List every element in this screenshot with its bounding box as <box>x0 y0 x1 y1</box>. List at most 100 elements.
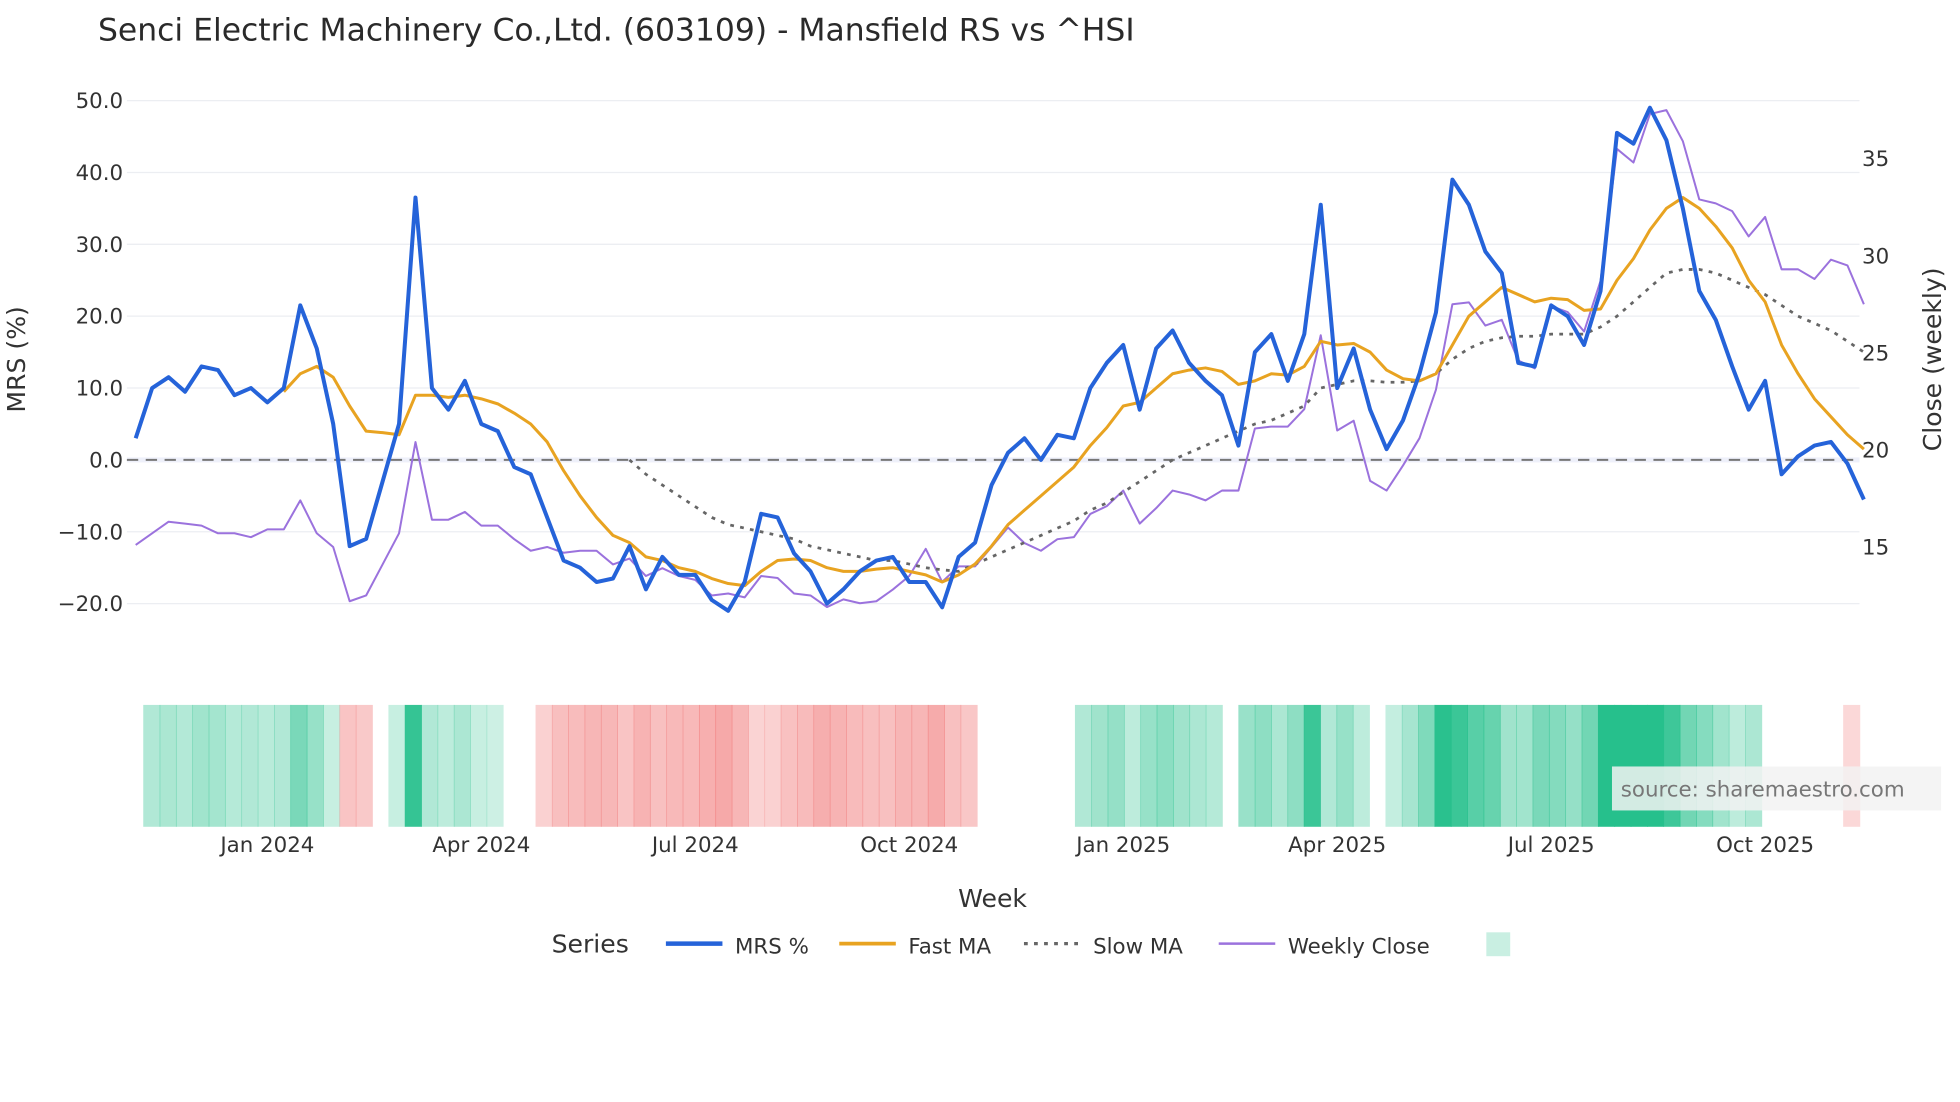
y-tick-left: 20.0 <box>76 305 124 330</box>
heatmap-cell <box>241 704 259 827</box>
y-tick-left: 30.0 <box>76 233 124 258</box>
y-tick-left: 10.0 <box>76 377 124 402</box>
heatmap-cell <box>731 704 749 827</box>
heatmap-cell <box>519 705 536 827</box>
heatmap-cell <box>829 704 847 827</box>
heatmap-cell <box>1581 704 1599 827</box>
series-lines <box>133 105 1866 613</box>
heatmap-cell <box>1450 704 1468 827</box>
heatmap-cell <box>1123 704 1142 827</box>
heatmap-cell <box>1238 704 1256 827</box>
heatmap-cell <box>698 704 717 827</box>
heatmap-cell <box>1074 704 1093 827</box>
heatmap-cell <box>1336 704 1354 827</box>
heatmap-cell <box>273 704 292 827</box>
heatmap-cell <box>175 704 194 827</box>
heatmap-cell <box>715 704 733 827</box>
heatmap-cell <box>306 704 324 827</box>
heatmap-cell <box>1303 704 1321 827</box>
heatmap-cell <box>1254 704 1272 827</box>
heatmap-cell <box>780 704 798 827</box>
x-axis-title: Week <box>958 884 1027 913</box>
x-tick-label: Jul 2024 <box>650 833 739 858</box>
heatmap-cell <box>127 705 144 827</box>
y-tick-left: 40.0 <box>76 161 124 186</box>
legend-label: Fast MA <box>908 935 991 960</box>
y-axis-left: 50.0 40.0 30.0 20.0 10.0 0.0 −10.0 −20.0 <box>58 89 123 617</box>
x-axis: Jan 2024 Apr 2024 Jul 2024 Oct 2024 Jan 2025… <box>218 833 1814 858</box>
heatmap-cell <box>1107 704 1125 827</box>
heatmap-cell <box>1467 704 1485 827</box>
heatmap-cell <box>453 704 471 827</box>
heatmap-cell <box>862 704 880 827</box>
heatmap-cell <box>143 704 161 827</box>
heatmap-cell <box>1222 705 1239 827</box>
heatmap-cell <box>846 704 864 827</box>
heatmap-cell <box>682 704 700 827</box>
heatmap-cell <box>813 704 831 827</box>
heatmap-cell <box>535 704 553 827</box>
legend-label: Weekly Close <box>1288 935 1430 960</box>
heatmap-cell <box>1369 705 1386 827</box>
y-tick-right: 30 <box>1862 244 1889 269</box>
heatmap-cell <box>878 704 896 827</box>
heatmap-cell <box>1352 704 1370 827</box>
y-tick-left: 0.0 <box>89 448 123 473</box>
heatmap-cell <box>1156 704 1174 827</box>
heatmap-cell <box>617 704 635 827</box>
heatmap-cell <box>159 704 177 827</box>
chart-title: Senci Electric Machinery Co.,Ltd. (60310… <box>98 12 1135 48</box>
heatmap-cell <box>1059 705 1076 827</box>
heatmap-cell <box>666 704 684 827</box>
heatmap-cell <box>1385 704 1403 827</box>
heatmap-cell <box>748 704 766 827</box>
heatmap-cell <box>1189 704 1207 827</box>
x-tick-label: Jan 2024 <box>218 833 314 858</box>
heatmap-cell <box>993 705 1010 827</box>
heatmap-cell <box>649 704 668 827</box>
heatmap-cell <box>1418 704 1436 827</box>
heatmap-cell <box>551 704 569 827</box>
y-axis-left-title: MRS (%) <box>2 306 31 412</box>
x-tick-label: Oct 2024 <box>860 833 958 858</box>
heatmap-cell <box>797 704 815 827</box>
heatmap-cell <box>960 704 978 827</box>
heatmap-cell <box>1434 704 1452 827</box>
heatmap-cell <box>1010 705 1027 827</box>
heatmap-cell <box>1532 704 1550 827</box>
x-tick-label: Apr 2024 <box>432 833 530 858</box>
mrs-heatmap-strip <box>127 704 1861 827</box>
heatmap-cell <box>1026 705 1043 827</box>
heatmap-cell <box>192 704 210 827</box>
y-tick-right: 35 <box>1862 147 1889 172</box>
gridlines <box>126 99 1860 605</box>
heatmap-cell <box>600 704 619 827</box>
series-fast-ma <box>282 196 1865 588</box>
heatmap-cell <box>1320 704 1338 827</box>
y-tick-left: −20.0 <box>58 592 123 617</box>
heatmap-cell <box>1401 704 1419 827</box>
y-axis-right: 35 30 25 20 15 <box>1862 147 1889 560</box>
heatmap-cell <box>404 704 422 827</box>
legend: Series MRS % Fast MA Slow MA Weekly Close <box>552 929 1511 960</box>
legend-label: MRS % <box>735 935 809 960</box>
heatmap-cell <box>257 704 275 827</box>
heatmap-cell <box>568 704 586 827</box>
heatmap-cell <box>911 704 929 827</box>
heatmap-cell <box>1499 704 1517 827</box>
heatmap-cell <box>1205 704 1223 827</box>
legend-title: Series <box>552 929 629 958</box>
legend-label: Slow MA <box>1093 935 1183 960</box>
heatmap-cell <box>764 704 782 827</box>
heatmap-cell <box>290 704 308 827</box>
x-tick-label: Jan 2025 <box>1074 833 1170 858</box>
heatmap-cell <box>1271 704 1289 827</box>
y-tick-right: 25 <box>1862 341 1889 366</box>
heatmap-cell <box>388 704 406 827</box>
heatmap-cell <box>944 704 962 827</box>
y-tick-left: −10.0 <box>58 520 123 545</box>
x-tick-label: Apr 2025 <box>1288 833 1386 858</box>
heatmap-cell <box>1548 704 1567 827</box>
mansfield-rs-chart: Senci Electric Machinery Co.,Ltd. (60310… <box>2 12 1947 960</box>
heatmap-cell <box>1516 704 1534 827</box>
